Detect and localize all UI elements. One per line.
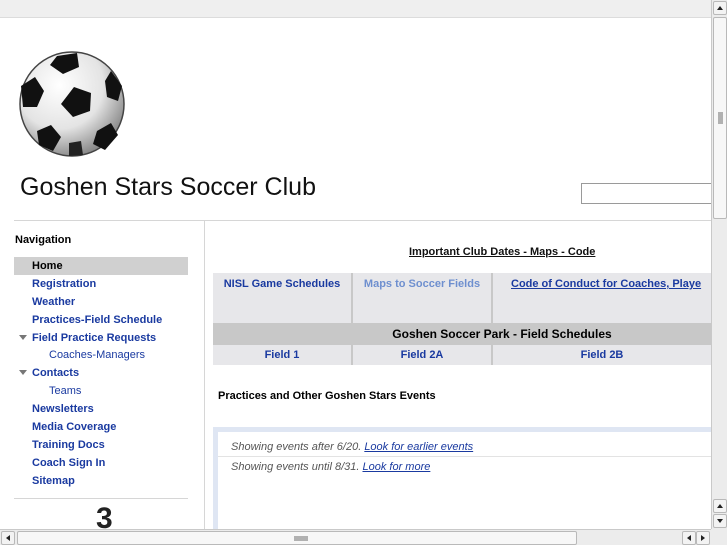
sidebar-item-label: Coaches-Managers xyxy=(49,349,145,362)
earlier-events-link[interactable]: Look for earlier events xyxy=(364,441,473,453)
sidebar-item-home[interactable]: Home xyxy=(14,257,188,275)
header-divider xyxy=(14,220,711,221)
field-2a-link[interactable]: Field 2A xyxy=(353,345,491,365)
maps-to-soccer-fields-link[interactable]: Maps to Soccer Fields xyxy=(353,273,491,323)
sidebar-item-sitemap[interactable]: Sitemap xyxy=(14,472,188,490)
sidebar-item-field-practice-requests[interactable]: Field Practice Requests xyxy=(14,329,188,347)
sidebar-item-weather[interactable]: Weather xyxy=(14,293,188,311)
arrow-up-icon xyxy=(717,504,723,508)
sidebar-item-practices-field-schedule[interactable]: Practices-Field Schedule xyxy=(14,311,188,329)
sidebar-item-label: Sitemap xyxy=(32,474,75,487)
sidebar-item-label: Field Practice Requests xyxy=(32,331,157,344)
sidebar-item-label: Teams xyxy=(49,385,82,398)
site-title: Goshen Stars Soccer Club xyxy=(20,173,316,201)
column-divider xyxy=(204,221,205,531)
sidebar-item-label: Coach Sign In xyxy=(32,456,106,469)
scroll-right-button[interactable] xyxy=(696,531,710,545)
sidebar-nav: Home Registration Weather Practices-Fiel… xyxy=(14,257,188,490)
look-for-more-link[interactable]: Look for more xyxy=(362,461,430,473)
sidebar-item-media-coverage[interactable]: Media Coverage xyxy=(14,418,188,436)
sidebar-divider xyxy=(14,498,188,499)
grip-icon xyxy=(294,536,308,541)
scroll-up-button[interactable] xyxy=(713,1,727,15)
scroll-down-button[interactable] xyxy=(713,514,727,528)
events-calendar-body: Showing events after 6/20. Look for earl… xyxy=(218,432,711,531)
arrow-left-icon xyxy=(687,535,691,541)
events-calendar: Showing events after 6/20. Look for earl… xyxy=(213,427,711,531)
code-of-conduct-link[interactable]: Code of Conduct for Coaches, Playe xyxy=(493,273,711,323)
sidebar-item-label: Registration xyxy=(32,277,97,290)
field-1-link[interactable]: Field 1 xyxy=(213,345,351,365)
arrow-left-icon xyxy=(6,535,10,541)
sidebar-item-label: Media Coverage xyxy=(32,420,117,433)
sidebar-item-coach-sign-in[interactable]: Coach Sign In xyxy=(14,454,188,472)
search-input[interactable] xyxy=(581,183,721,204)
browser-top-band xyxy=(0,0,711,18)
sidebar-item-label: Newsletters xyxy=(32,403,94,416)
arrow-up-icon xyxy=(717,6,723,10)
nav-heading: Navigation xyxy=(15,234,72,246)
vertical-scrollbar[interactable] xyxy=(711,0,727,529)
scroll-up-button-lower[interactable] xyxy=(713,499,727,513)
expand-triangle-icon[interactable] xyxy=(19,370,27,376)
events-after-text: Showing events after 6/20. xyxy=(231,441,365,453)
sidebar-item-teams[interactable]: Teams xyxy=(14,382,188,400)
goshen-soccer-park-header: Goshen Soccer Park - Field Schedules xyxy=(213,324,711,344)
events-separator xyxy=(218,456,711,457)
field-2b-link[interactable]: Field 2B xyxy=(493,345,711,365)
sidebar-item-registration[interactable]: Registration xyxy=(14,275,188,293)
horizontal-scrollbar[interactable] xyxy=(0,529,711,545)
sidebar-item-label: Weather xyxy=(32,295,76,308)
sidebar-item-label: Home xyxy=(32,259,63,272)
sidebar-item-training-docs[interactable]: Training Docs xyxy=(14,436,188,454)
scroll-left-button-right[interactable] xyxy=(682,531,696,545)
events-after-line: Showing events after 6/20. Look for earl… xyxy=(231,441,473,453)
vertical-scroll-thumb[interactable] xyxy=(713,17,727,219)
sidebar-item-contacts[interactable]: Contacts xyxy=(14,364,188,382)
sidebar-item-newsletters[interactable]: Newsletters xyxy=(14,400,188,418)
scroll-left-button[interactable] xyxy=(1,531,15,545)
arrow-right-icon xyxy=(701,535,705,541)
horizontal-scroll-thumb[interactable] xyxy=(17,531,577,545)
events-heading: Practices and Other Goshen Stars Events xyxy=(218,390,436,402)
grip-icon xyxy=(718,112,723,124)
arrow-down-icon xyxy=(717,519,723,523)
events-until-text: Showing events until 8/31. xyxy=(231,461,363,473)
expand-triangle-icon[interactable] xyxy=(19,334,27,340)
nisl-game-schedules-link[interactable]: NISL Game Schedules xyxy=(213,273,351,323)
scrollbar-corner xyxy=(711,529,727,545)
sidebar-item-coaches-managers[interactable]: Coaches-Managers xyxy=(14,346,188,364)
field-schedule-table: NISL Game Schedules Maps to Soccer Field… xyxy=(213,273,711,365)
important-dates-link[interactable]: Important Club Dates - Maps - Code xyxy=(409,246,595,258)
sidebar-item-label: Contacts xyxy=(32,367,80,380)
sidebar-item-label: Training Docs xyxy=(32,438,105,451)
soccer-ball-logo xyxy=(19,51,125,157)
sidebar-item-label: Practices-Field Schedule xyxy=(32,313,163,326)
events-until-line: Showing events until 8/31. Look for more xyxy=(231,461,430,473)
